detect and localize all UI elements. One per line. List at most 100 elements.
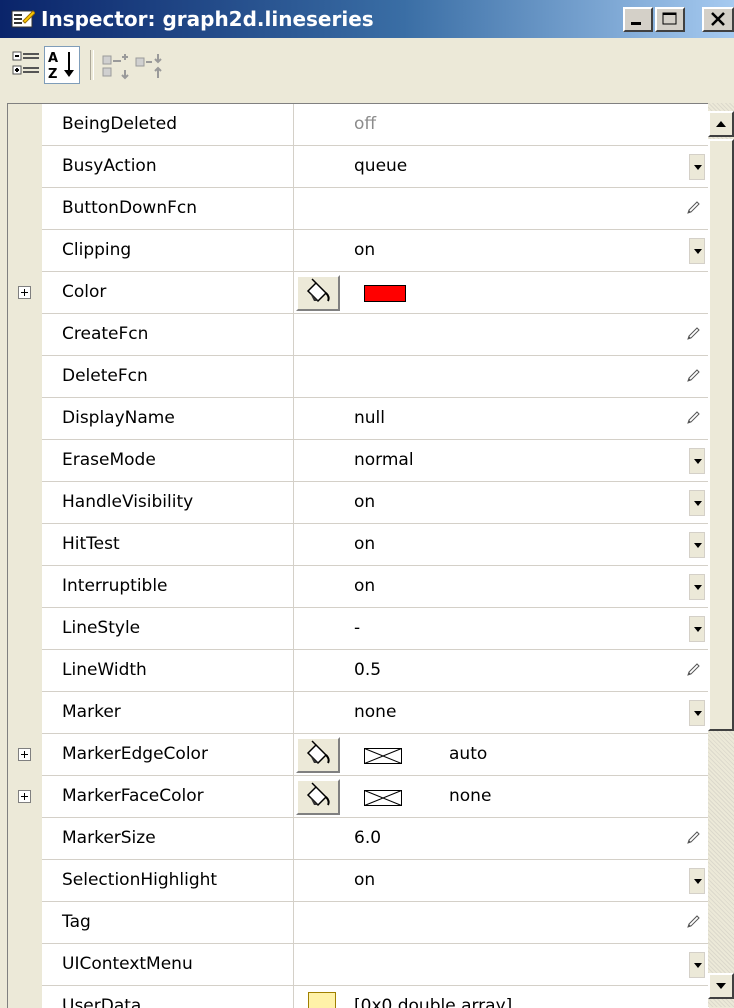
close-button[interactable] — [702, 7, 734, 32]
property-value[interactable]: on — [294, 566, 709, 608]
property-value[interactable]: auto — [294, 734, 709, 776]
property-name: HandleVisibility — [42, 482, 294, 524]
dropdown-arrow-icon[interactable] — [689, 616, 705, 642]
property-name: EraseMode — [42, 440, 294, 482]
property-value[interactable] — [294, 272, 709, 314]
property-row[interactable]: Clipping on — [8, 230, 709, 272]
row-gutter — [8, 776, 42, 818]
property-value[interactable] — [294, 314, 709, 356]
property-row[interactable]: DisplayName null — [8, 398, 709, 440]
property-value[interactable]: [0x0 double array] — [294, 986, 709, 1008]
folder-icon[interactable] — [308, 992, 336, 1008]
property-value-text: on — [354, 240, 376, 260]
property-row[interactable]: MarkerEdgeColor auto — [8, 734, 709, 776]
color-picker-button[interactable] — [296, 779, 340, 815]
dropdown-arrow-icon[interactable] — [689, 238, 705, 264]
property-grid: BeingDeleted off BusyAction queue ButtonDown… — [7, 103, 709, 1008]
row-gutter — [8, 944, 42, 986]
row-gutter — [8, 566, 42, 608]
property-row[interactable]: LineStyle - — [8, 608, 709, 650]
edit-pencil-icon[interactable] — [685, 914, 701, 930]
property-name: SelectionHighlight — [42, 860, 294, 902]
scroll-down-button[interactable] — [708, 973, 734, 999]
property-value[interactable] — [294, 944, 709, 986]
property-value[interactable]: 6.0 — [294, 818, 709, 860]
property-row[interactable]: UserData [0x0 double array] — [8, 986, 709, 1008]
color-picker-button[interactable] — [296, 275, 340, 311]
property-value-text: 6.0 — [354, 828, 382, 848]
dropdown-arrow-icon[interactable] — [689, 532, 705, 558]
row-gutter — [8, 356, 42, 398]
scroll-up-button[interactable] — [708, 111, 734, 137]
collapse-all-button[interactable] — [134, 50, 166, 82]
color-picker-button[interactable] — [296, 737, 340, 773]
row-gutter — [8, 272, 42, 314]
property-row[interactable]: HitTest on — [8, 524, 709, 566]
property-name: Clipping — [42, 230, 294, 272]
property-row[interactable]: HandleVisibility on — [8, 482, 709, 524]
edit-pencil-icon[interactable] — [685, 830, 701, 846]
row-gutter — [8, 314, 42, 356]
property-row[interactable]: Color — [8, 272, 709, 314]
maximize-button[interactable] — [655, 7, 685, 32]
property-row[interactable]: Tag — [8, 902, 709, 944]
expand-plus-icon[interactable] — [18, 286, 31, 299]
property-value[interactable]: on — [294, 230, 709, 272]
property-row[interactable]: ButtonDownFcn — [8, 188, 709, 230]
property-value[interactable] — [294, 356, 709, 398]
dropdown-arrow-icon[interactable] — [689, 700, 705, 726]
property-value[interactable]: null — [294, 398, 709, 440]
minimize-button[interactable] — [623, 7, 653, 32]
property-value[interactable]: on — [294, 482, 709, 524]
property-value[interactable]: normal — [294, 440, 709, 482]
property-value[interactable]: none — [294, 776, 709, 818]
property-row[interactable]: MarkerFaceColor none — [8, 776, 709, 818]
property-value[interactable] — [294, 188, 709, 230]
edit-pencil-icon[interactable] — [685, 662, 701, 678]
dropdown-arrow-icon[interactable] — [689, 868, 705, 894]
property-row[interactable]: CreateFcn — [8, 314, 709, 356]
property-value-text: normal — [354, 450, 414, 470]
property-row[interactable]: BusyAction queue — [8, 146, 709, 188]
property-value[interactable]: on — [294, 524, 709, 566]
property-name: HitTest — [42, 524, 294, 566]
property-value[interactable] — [294, 902, 709, 944]
row-gutter — [8, 230, 42, 272]
dropdown-arrow-icon[interactable] — [689, 490, 705, 516]
property-value[interactable]: 0.5 — [294, 650, 709, 692]
expand-plus-icon[interactable] — [18, 748, 31, 761]
scrollbar-thumb[interactable] — [708, 139, 734, 731]
color-value-text: auto — [449, 744, 488, 764]
property-value[interactable]: off — [294, 104, 709, 146]
property-row[interactable]: LineWidth 0.5 — [8, 650, 709, 692]
edit-pencil-icon[interactable] — [685, 200, 701, 216]
property-row[interactable]: EraseMode normal — [8, 440, 709, 482]
property-value[interactable]: - — [294, 608, 709, 650]
dropdown-arrow-icon[interactable] — [689, 952, 705, 978]
property-row[interactable]: UIContextMenu — [8, 944, 709, 986]
property-row[interactable]: BeingDeleted off — [8, 104, 709, 146]
dropdown-arrow-icon[interactable] — [689, 448, 705, 474]
property-value[interactable]: on — [294, 860, 709, 902]
alphabetical-sort-button[interactable]: A Z — [44, 46, 80, 84]
row-gutter — [8, 146, 42, 188]
no-color-icon — [364, 748, 402, 764]
property-row[interactable]: Marker none — [8, 692, 709, 734]
edit-pencil-icon[interactable] — [685, 368, 701, 384]
edit-pencil-icon[interactable] — [685, 410, 701, 426]
expand-plus-icon[interactable] — [18, 790, 31, 803]
dropdown-arrow-icon[interactable] — [689, 154, 705, 180]
categorized-view-button[interactable] — [11, 49, 43, 81]
property-row[interactable]: DeleteFcn — [8, 356, 709, 398]
property-row[interactable]: Interruptible on — [8, 566, 709, 608]
property-row[interactable]: MarkerSize 6.0 — [8, 818, 709, 860]
property-row[interactable]: SelectionHighlight on — [8, 860, 709, 902]
property-name: UIContextMenu — [42, 944, 294, 986]
paint-bucket-icon — [306, 278, 330, 303]
property-value[interactable]: queue — [294, 146, 709, 188]
vertical-scrollbar[interactable] — [708, 103, 734, 1007]
edit-pencil-icon[interactable] — [685, 326, 701, 342]
expand-all-button[interactable] — [101, 50, 133, 82]
property-value[interactable]: none — [294, 692, 709, 734]
dropdown-arrow-icon[interactable] — [689, 574, 705, 600]
